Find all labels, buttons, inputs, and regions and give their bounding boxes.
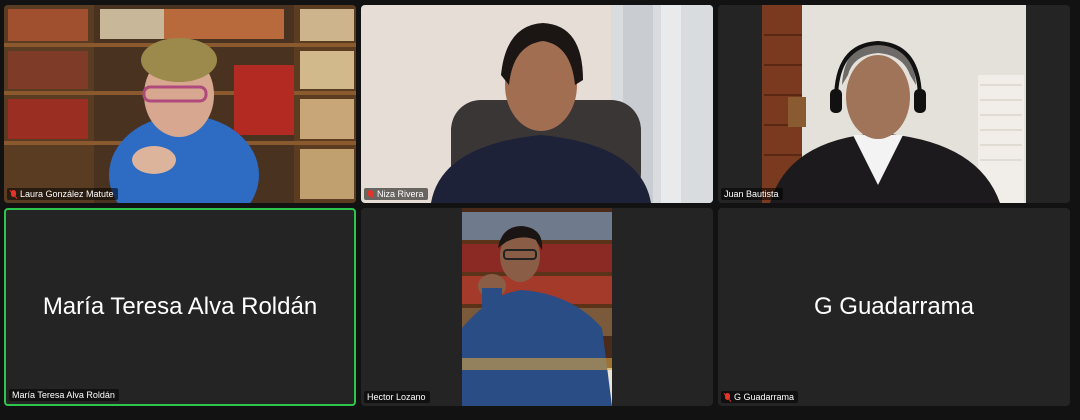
video-feed-hector [462, 208, 612, 406]
participant-display-name: María Teresa Alva Roldán [42, 293, 318, 320]
video-frame-laura [4, 5, 356, 203]
participant-name: G Guadarrama [734, 392, 795, 402]
name-tag: Hector Lozano [364, 391, 430, 403]
mic-muted-icon [724, 392, 731, 402]
video-feed-juan [718, 5, 1070, 203]
name-tag: Juan Bautista [721, 188, 783, 200]
name-tag: G Guadarrama [721, 391, 799, 403]
mic-muted-icon [10, 189, 17, 199]
participant-display-name: G Guadarrama [813, 293, 975, 320]
video-tile-juan[interactable]: Juan Bautista [718, 5, 1070, 203]
video-tile-maria-teresa[interactable]: María Teresa Alva Roldán María Teresa Al… [4, 208, 356, 406]
video-tile-g-guadarrama[interactable]: G Guadarrama G Guadarrama [718, 208, 1070, 406]
video-tile-laura[interactable]: Laura González Matute [4, 5, 356, 203]
name-tag: Laura González Matute [7, 188, 118, 200]
video-frame-juan [718, 5, 1070, 203]
video-frame-hector [462, 208, 612, 406]
video-tile-hector[interactable]: Hector Lozano [361, 208, 713, 406]
name-tag: Niza Rivera [364, 188, 428, 200]
mic-muted-icon [367, 189, 374, 199]
video-tile-niza[interactable]: Niza Rivera [361, 5, 713, 203]
participant-name: María Teresa Alva Roldán [12, 390, 115, 400]
participant-name: Laura González Matute [20, 189, 114, 199]
name-tag: María Teresa Alva Roldán [9, 389, 119, 401]
video-feed-niza [361, 5, 713, 203]
participant-name: Juan Bautista [724, 189, 779, 199]
video-feed-laura [4, 5, 356, 203]
video-frame-niza [361, 5, 713, 203]
participant-name: Niza Rivera [377, 189, 424, 199]
participant-name: Hector Lozano [367, 392, 426, 402]
